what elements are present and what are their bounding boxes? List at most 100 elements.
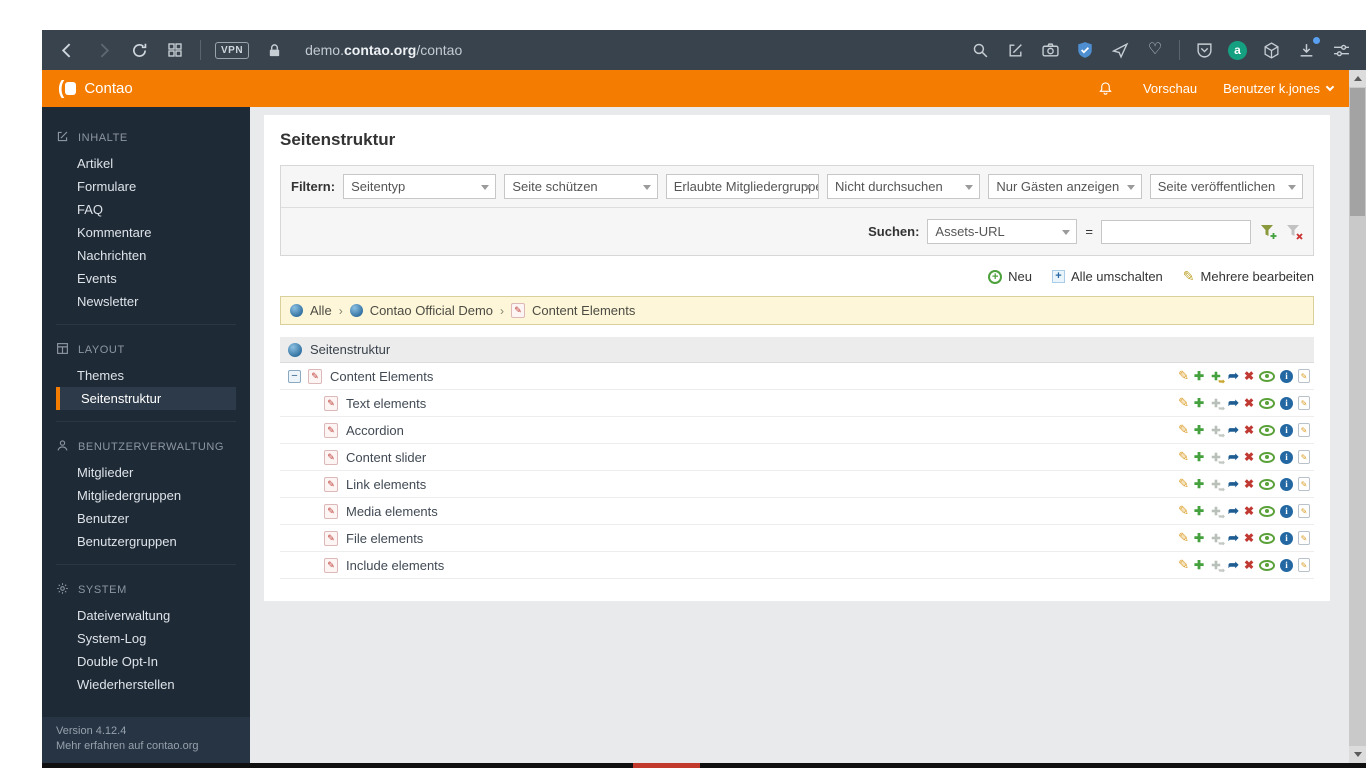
cube-icon[interactable] bbox=[1260, 39, 1282, 61]
edit-header-icon[interactable]: ✎ bbox=[1298, 531, 1310, 545]
sidebar-item-artikel[interactable]: Artikel bbox=[42, 152, 250, 175]
paste-into-icon[interactable]: ✚ ➥ bbox=[1209, 504, 1225, 522]
filter-select-seitentyp[interactable]: Seitentyp bbox=[343, 174, 497, 199]
more-info-link[interactable]: Mehr erfahren auf contao.org bbox=[56, 739, 236, 754]
page-label[interactable]: Media elements bbox=[346, 504, 438, 519]
collapse-toggle[interactable]: − bbox=[288, 369, 301, 383]
pocket-icon[interactable] bbox=[1193, 39, 1215, 61]
copy-icon[interactable]: ✚ bbox=[1194, 396, 1204, 410]
page-label[interactable]: Accordion bbox=[346, 423, 404, 438]
reload-icon[interactable] bbox=[128, 39, 150, 61]
scroll-up-arrow[interactable] bbox=[1349, 70, 1366, 87]
cut-icon[interactable]: ➦ bbox=[1228, 557, 1239, 573]
sidebar-item-themes[interactable]: Themes bbox=[56, 364, 236, 387]
edit-icon[interactable]: ✎ bbox=[1178, 530, 1189, 546]
mehrere-bearbeiten-button[interactable]: ✎ Mehrere bearbeiten bbox=[1183, 269, 1314, 284]
sidebar-item-mitglieder[interactable]: Mitglieder bbox=[56, 461, 236, 484]
edit-page-icon[interactable] bbox=[1004, 39, 1026, 61]
scroll-down-arrow[interactable] bbox=[1349, 746, 1366, 763]
bookmark-heart-icon[interactable]: ♡ bbox=[1144, 39, 1166, 61]
cut-icon[interactable]: ➦ bbox=[1228, 422, 1239, 438]
neu-button[interactable]: + Neu bbox=[988, 269, 1032, 284]
cut-icon[interactable]: ➦ bbox=[1228, 503, 1239, 519]
lock-icon[interactable] bbox=[263, 39, 285, 61]
page-label[interactable]: Include elements bbox=[346, 558, 444, 573]
delete-icon[interactable]: ✖ bbox=[1244, 531, 1254, 545]
contao-brand[interactable]: ( Contao bbox=[58, 79, 133, 98]
edit-icon[interactable]: ✎ bbox=[1178, 395, 1189, 411]
cut-icon[interactable]: ➦ bbox=[1228, 395, 1239, 411]
reset-filter-icon[interactable] bbox=[1285, 223, 1303, 241]
show-details-icon[interactable] bbox=[1259, 559, 1275, 571]
breadcrumb-item[interactable]: Contao Official Demo bbox=[370, 303, 493, 318]
copy-icon[interactable]: ✚ bbox=[1194, 423, 1204, 437]
edit-header-icon[interactable]: ✎ bbox=[1298, 504, 1310, 518]
edit-icon[interactable]: ✎ bbox=[1178, 557, 1189, 573]
bell-icon[interactable] bbox=[1095, 78, 1117, 100]
delete-icon[interactable]: ✖ bbox=[1244, 450, 1254, 464]
back-icon[interactable] bbox=[56, 39, 78, 61]
sidebar-item-faq[interactable]: FAQ bbox=[42, 198, 250, 221]
sidebar-item-benutzer[interactable]: Benutzer bbox=[56, 507, 236, 530]
sidebar-item-events[interactable]: Events bbox=[42, 267, 250, 290]
edit-icon[interactable]: ✎ bbox=[1178, 422, 1189, 438]
breadcrumb-item[interactable]: Alle bbox=[310, 303, 332, 318]
cut-icon[interactable]: ➦ bbox=[1228, 368, 1239, 384]
paste-into-icon[interactable]: ✚ ➥ bbox=[1209, 558, 1225, 576]
edit-header-icon[interactable]: ✎ bbox=[1298, 558, 1310, 572]
copy-icon[interactable]: ✚ bbox=[1194, 477, 1204, 491]
page-label[interactable]: File elements bbox=[346, 531, 423, 546]
sidebar-item-newsletter[interactable]: Newsletter bbox=[42, 290, 250, 313]
show-details-icon[interactable] bbox=[1259, 370, 1275, 382]
edit-icon[interactable]: ✎ bbox=[1178, 476, 1189, 492]
send-icon[interactable] bbox=[1109, 39, 1131, 61]
cut-icon[interactable]: ➦ bbox=[1228, 476, 1239, 492]
paste-into-icon[interactable]: ✚ ➥ bbox=[1209, 450, 1225, 468]
delete-icon[interactable]: ✖ bbox=[1244, 504, 1254, 518]
copy-icon[interactable]: ✚ bbox=[1194, 504, 1204, 518]
account-badge-icon[interactable]: a bbox=[1228, 40, 1247, 60]
info-icon[interactable]: i bbox=[1280, 369, 1293, 383]
info-icon[interactable]: i bbox=[1280, 558, 1293, 572]
sidebar-item-wiederherstellen[interactable]: Wiederherstellen bbox=[56, 673, 236, 696]
delete-icon[interactable]: ✖ bbox=[1244, 369, 1254, 383]
filter-select-nur-g-sten-anzeigen[interactable]: Nur Gästen anzeigen bbox=[988, 174, 1142, 199]
filter-select-nicht-durchsuchen[interactable]: Nicht durchsuchen bbox=[827, 174, 981, 199]
edit-icon[interactable]: ✎ bbox=[1178, 368, 1189, 384]
paste-into-icon[interactable]: ✚ ➥ bbox=[1209, 369, 1225, 387]
forward-icon[interactable] bbox=[92, 39, 114, 61]
search-input[interactable] bbox=[1101, 219, 1251, 244]
sidebar-item-kommentare[interactable]: Kommentare bbox=[42, 221, 250, 244]
paste-into-icon[interactable]: ✚ ➥ bbox=[1209, 423, 1225, 441]
paste-into-icon[interactable]: ✚ ➥ bbox=[1209, 396, 1225, 414]
sidebar-item-nachrichten[interactable]: Nachrichten bbox=[42, 244, 250, 267]
paste-into-icon[interactable]: ✚ ➥ bbox=[1209, 477, 1225, 495]
info-icon[interactable]: i bbox=[1280, 423, 1293, 437]
sidebar-item-seitenstruktur[interactable]: Seitenstruktur bbox=[56, 387, 236, 410]
apply-filter-icon[interactable] bbox=[1259, 223, 1277, 241]
breadcrumb-item[interactable]: Content Elements bbox=[532, 303, 635, 318]
copy-icon[interactable]: ✚ bbox=[1194, 369, 1204, 383]
search-field-select[interactable]: Assets-URL bbox=[927, 219, 1078, 244]
scrollbar-thumb[interactable] bbox=[1350, 88, 1365, 216]
cut-icon[interactable]: ➦ bbox=[1228, 449, 1239, 465]
copy-icon[interactable]: ✚ bbox=[1194, 450, 1204, 464]
info-icon[interactable]: i bbox=[1280, 504, 1293, 518]
user-menu[interactable]: Benutzer k.jones bbox=[1223, 81, 1335, 96]
copy-icon[interactable]: ✚ bbox=[1194, 531, 1204, 545]
edit-header-icon[interactable]: ✎ bbox=[1298, 450, 1310, 464]
info-icon[interactable]: i bbox=[1280, 531, 1293, 545]
sidebar-item-system-log[interactable]: System-Log bbox=[56, 627, 236, 650]
page-label[interactable]: Content slider bbox=[346, 450, 426, 465]
edit-icon[interactable]: ✎ bbox=[1178, 503, 1189, 519]
info-icon[interactable]: i bbox=[1280, 396, 1293, 410]
show-details-icon[interactable] bbox=[1259, 397, 1275, 409]
sidebar-item-mitgliedergruppen[interactable]: Mitgliedergruppen bbox=[56, 484, 236, 507]
edit-header-icon[interactable]: ✎ bbox=[1298, 396, 1310, 410]
sidebar-item-benutzergruppen[interactable]: Benutzergruppen bbox=[56, 530, 236, 553]
delete-icon[interactable]: ✖ bbox=[1244, 396, 1254, 410]
shield-check-icon[interactable] bbox=[1074, 39, 1096, 61]
download-icon[interactable] bbox=[1295, 37, 1320, 61]
sidebar-item-double-opt-in[interactable]: Double Opt-In bbox=[56, 650, 236, 673]
filter-select-seite-sch-tzen[interactable]: Seite schützen bbox=[504, 174, 658, 199]
